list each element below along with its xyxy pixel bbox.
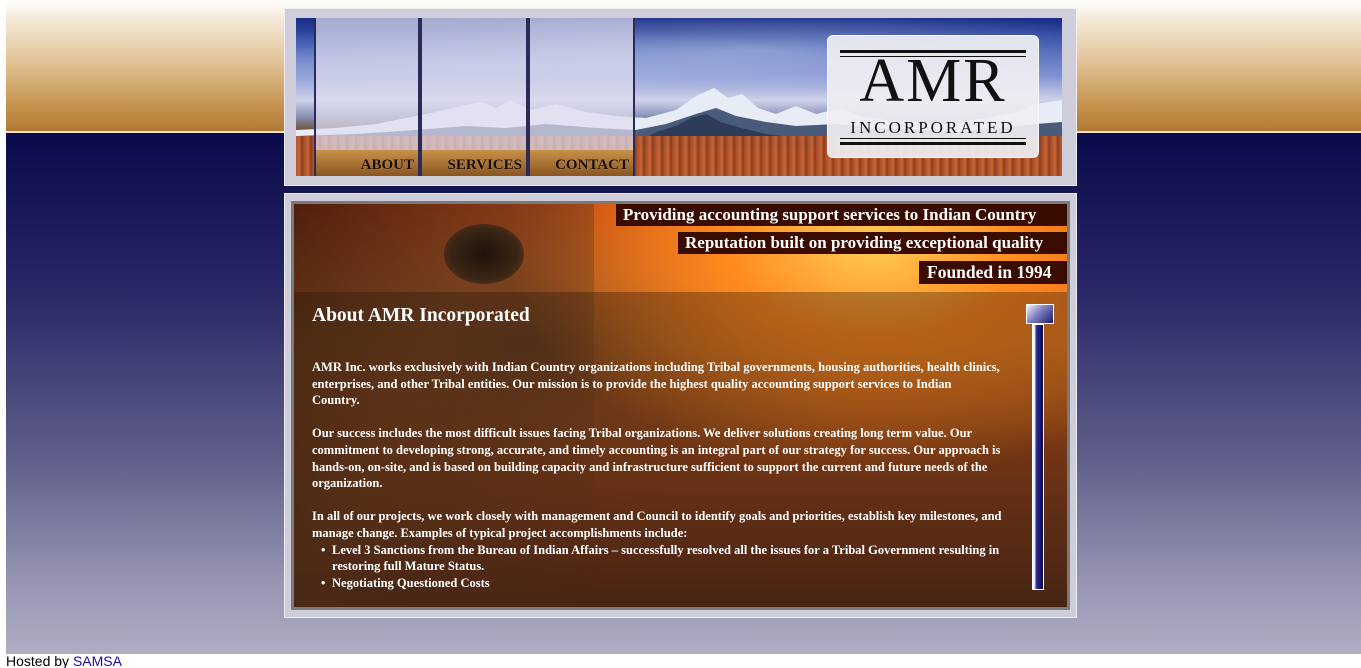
samsa-link[interactable]: SAMSA	[73, 653, 122, 668]
nav-about-link[interactable]: ABOUT	[316, 157, 418, 174]
logo-bottom-rule-thin	[840, 138, 1026, 139]
footer: Hosted by SAMSA	[6, 654, 122, 668]
logo-subtitle: INCORPORATED	[850, 118, 1016, 137]
company-logo: AMR INCORPORATED	[827, 35, 1039, 158]
logo-bottom-rule	[840, 142, 1026, 145]
tagline-reputation: Reputation built on providing exceptiona…	[678, 232, 1067, 254]
nav-contact-link[interactable]: CONTACT	[530, 157, 633, 174]
list-item: Level 3 Sanctions from the Bureau of Ind…	[321, 542, 1002, 575]
totem-face-detail	[444, 224, 524, 284]
nav-tab-contact[interactable]: CONTACT	[528, 18, 635, 176]
about-article[interactable]: About AMR Incorporated AMR Inc. works ex…	[312, 302, 1002, 591]
article-paragraph: AMR Inc. works exclusively with Indian C…	[312, 360, 1000, 408]
accomplishments-list: Level 3 Sanctions from the Bureau of Ind…	[312, 542, 1002, 591]
nav-services-link[interactable]: SERVICES	[422, 157, 526, 174]
content-scrollbar[interactable]	[1026, 304, 1054, 590]
scrollbar-track[interactable]	[1032, 324, 1044, 590]
logo-wordmark: AMR	[859, 47, 1007, 115]
footer-text: Hosted by	[6, 653, 73, 668]
article-title: About AMR Incorporated	[312, 305, 530, 326]
list-item: Negotiating Questioned Costs	[321, 575, 1002, 591]
tagline-accounting-support: Providing accounting support services to…	[616, 204, 1067, 226]
page: ABOUT SERVICES CONTACT AMR INCORPORATED …	[0, 0, 1361, 668]
scroll-thumb-icon[interactable]	[1026, 304, 1054, 324]
tagline-founded: Founded in 1994	[919, 261, 1067, 284]
article-paragraph: In all of our projects, we work closely …	[312, 509, 1002, 540]
nav-tab-services[interactable]: SERVICES	[420, 18, 528, 176]
nav-tab-about[interactable]: ABOUT	[314, 18, 420, 176]
article-paragraph: Our success includes the most difficult …	[312, 426, 1001, 491]
